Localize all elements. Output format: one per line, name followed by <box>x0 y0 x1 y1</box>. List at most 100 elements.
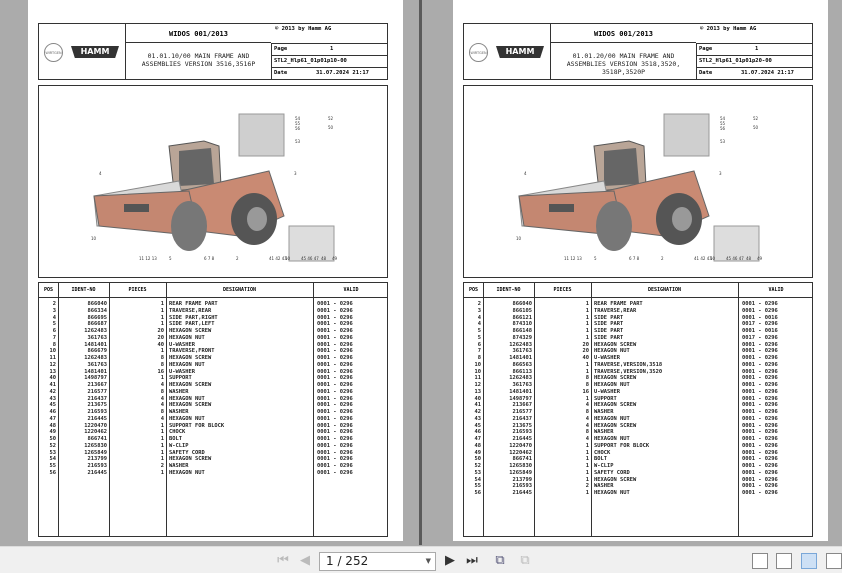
callout-label: 50 <box>285 256 291 261</box>
description-line: ASSEMBLIES VERSION 3518,3520, <box>566 60 681 68</box>
column-header: PIECES <box>553 287 572 293</box>
column-header: DESIGNATION <box>222 287 257 293</box>
column-header: DESIGNATION <box>647 287 682 293</box>
document-title: WIDOS 001/2013 <box>551 24 696 43</box>
column-header: VALID <box>343 287 359 293</box>
table-header: POS IDENT-NO PIECES DESIGNATION VALID <box>464 283 812 298</box>
logo-cell: WIRTGEN HAMM <box>39 24 126 79</box>
chevron-down-icon[interactable]: ▼ <box>426 553 431 570</box>
two-page-continuous-view-icon[interactable] <box>826 553 842 569</box>
column-header: POS <box>468 287 479 293</box>
description-line: ASSEMBLIES VERSION 3516,3516P <box>141 60 256 68</box>
callout-label: 56 <box>295 126 301 131</box>
callout-label: 53 <box>720 139 726 144</box>
date-value: 31.07.2024 21:17 <box>316 70 369 76</box>
callout-label: 48 <box>746 256 752 261</box>
document-title: WIDOS 001/2013 <box>126 24 271 43</box>
page-number: 1 <box>330 46 334 52</box>
page-label: Page <box>274 46 288 52</box>
table-row: 56 216445 1 HEXAGON NUT 0001 - 0296 <box>464 490 812 497</box>
title-block: WIRTGEN HAMM WIDOS 001/2013 © 2013 by Ha… <box>463 23 813 80</box>
document-page: WIRTGEN HAMM WIDOS 001/2013 © 2013 by Ha… <box>453 0 828 541</box>
cell: 56 <box>49 469 57 476</box>
callout-label: 10 <box>516 236 522 241</box>
wirtgen-group-logo: WIRTGEN <box>44 43 63 62</box>
callout-label: 48 <box>321 256 327 261</box>
page-label: Page <box>699 46 713 52</box>
callout-label: 4 <box>524 171 527 176</box>
callout-label: 11 12 13 <box>564 256 582 261</box>
roller-illustration <box>518 113 760 262</box>
callout-label: 5 <box>594 256 597 261</box>
first-page-button[interactable]: ⏮ <box>275 552 291 569</box>
cell: HEXAGON NUT <box>169 469 205 476</box>
description-line: 3518P,3520P <box>601 68 646 76</box>
callout-label: 52 <box>328 116 334 121</box>
single-page-view-icon[interactable] <box>752 553 768 569</box>
callout-label: 3 <box>719 171 722 176</box>
copyright: © 2013 by Hamm AG <box>275 26 332 32</box>
callout-label: 50 <box>753 125 759 130</box>
assembly-description: 01.01.20/00 MAIN FRAME AND ASSEMBLIES VER… <box>551 43 696 80</box>
callout-label: 50 <box>328 125 334 130</box>
callout-label: 56 <box>720 126 726 131</box>
column-header: IDENT-NO <box>496 287 521 293</box>
callout-label: 52 <box>753 116 759 121</box>
callout-label: 4 <box>99 171 102 176</box>
cell: 0001 - 0296 <box>317 469 353 476</box>
assembly-drawing: 4 10 11 12 13 5 6 7 8 2 3 41 42 43 50 45 46 47 48 4… <box>463 85 813 278</box>
two-page-view-icon[interactable] <box>801 553 817 569</box>
go-back-view-icon[interactable]: ⧉ <box>491 552 509 569</box>
page-number-text: 1 / 252 <box>326 554 369 568</box>
table-row: 56 216445 1 HEXAGON NUT 0001 - 0296 <box>39 470 387 477</box>
continuous-view-icon[interactable] <box>776 553 792 569</box>
column-header: POS <box>43 287 54 293</box>
date-label: Date <box>699 70 713 76</box>
column-header: VALID <box>768 287 784 293</box>
logo-cell: WIRTGEN HAMM <box>464 24 551 79</box>
page-number: 1 <box>755 46 759 52</box>
page-divider <box>419 0 422 545</box>
callout-label: 6 7 8 <box>204 256 215 261</box>
callout-label: 49 <box>332 256 338 261</box>
callout-label: 45 46 47 <box>301 256 319 261</box>
cell: 1 <box>585 490 589 496</box>
assembly-drawing: 4 10 11 12 13 5 6 7 8 2 3 41 42 43 50 45 46 47 48 4… <box>38 85 388 278</box>
previous-page-button[interactable]: ◀ <box>298 552 312 569</box>
cell: HEXAGON NUT <box>594 490 630 496</box>
hamm-logo: HAMM <box>496 46 544 58</box>
document-page: WIRTGEN HAMM WIDOS 001/2013 © 2013 by Ha… <box>28 0 403 541</box>
cell: 0001 - 0296 <box>742 490 778 496</box>
viewer-toolbar: ⏮ ◀ 1 / 252 ▼ ▶ ⏭ ⧉ ⧉ <box>0 546 842 573</box>
cell: 216445 <box>512 490 532 496</box>
callout-label: 2 <box>661 256 664 261</box>
callout-label: 49 <box>757 256 763 261</box>
info-cells: Page 1 STL2_Hlp61_01p01p20-00 Date 31.07.2… <box>696 43 813 80</box>
cell: 1 <box>160 469 164 476</box>
callout-label: 6 7 8 <box>629 256 640 261</box>
table-header: POS IDENT-NO PIECES DESIGNATION VALID <box>39 283 387 298</box>
last-page-button[interactable]: ⏭ <box>464 552 480 569</box>
callout-label: 10 <box>91 236 97 241</box>
assembly-description: 01.01.10/00 MAIN FRAME AND ASSEMBLIES VER… <box>126 43 271 80</box>
cell: 216445 <box>87 469 107 476</box>
cell: 56 <box>474 490 482 496</box>
callout-label: 45 46 47 <box>726 256 744 261</box>
wirtgen-group-logo: WIRTGEN <box>469 43 488 62</box>
title-block: WIRTGEN HAMM WIDOS 001/2013 © 2013 by Ha… <box>38 23 388 80</box>
next-page-button[interactable]: ▶ <box>443 552 457 569</box>
description-line: 01.01.10/00 MAIN FRAME AND <box>147 52 250 60</box>
parts-table: POS IDENT-NO PIECES DESIGNATION VALID 2 866040… <box>463 282 813 537</box>
date-label: Date <box>274 70 288 76</box>
copyright: © 2013 by Hamm AG <box>700 26 757 32</box>
callout-label: 53 <box>295 139 301 144</box>
hamm-logo: HAMM <box>71 46 119 58</box>
parts-table: POS IDENT-NO PIECES DESIGNATION VALID 2 866040… <box>38 282 388 537</box>
info-cells: Page 1 STL2_Hlp61_01p01p10-00 Date 31.07.2… <box>271 43 388 80</box>
page-number-field[interactable]: 1 / 252 ▼ <box>319 552 436 571</box>
date-value: 31.07.2024 21:17 <box>741 70 794 76</box>
callout-label: 50 <box>710 256 716 261</box>
go-forward-view-icon[interactable]: ⧉ <box>516 552 534 569</box>
callout-label: 5 <box>169 256 172 261</box>
roller-illustration <box>93 113 335 262</box>
